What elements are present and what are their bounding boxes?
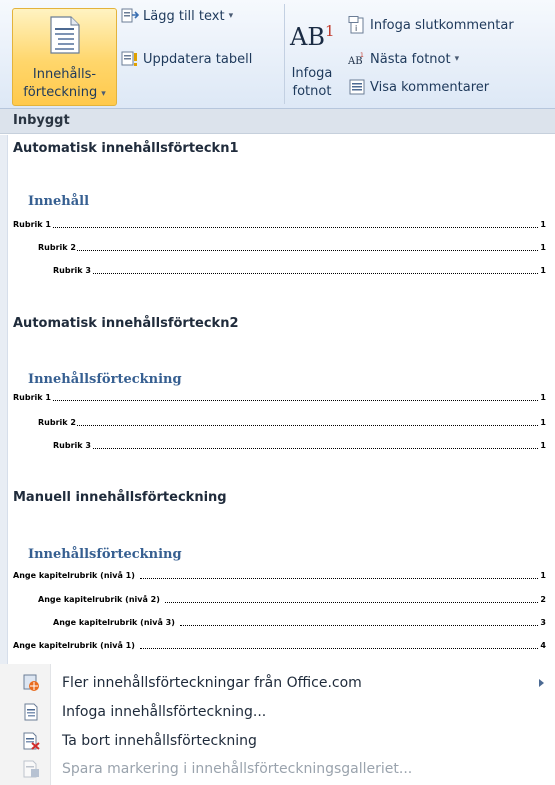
add-text-icon: [121, 7, 139, 25]
insert-toc-button[interactable]: Infoga innehållsförteckning...: [0, 698, 555, 726]
toc-document-icon: [50, 16, 80, 54]
toc-preview-entry: Rubrik 11: [13, 220, 546, 229]
save-selection-icon: [23, 760, 39, 778]
toc-button-label-line2: förteckning ▾: [23, 85, 106, 100]
toc-preview-entry: Ange kapitelrubrik (nivå 1) 4: [13, 641, 546, 650]
toc-preview-entry: Ange kapitelrubrik (nivå 2) 2: [38, 595, 546, 604]
submenu-arrow-icon: [539, 679, 544, 687]
command-label: Infoga innehållsförteckning...: [62, 704, 267, 720]
toc-button-label-line1: Innehålls-: [32, 67, 97, 82]
add-text-label: Lägg till text: [143, 8, 225, 24]
ribbon-separator: [284, 4, 285, 104]
insert-endnote-button[interactable]: i Infoga slutkommentar: [348, 16, 514, 34]
insert-endnote-label: Infoga slutkommentar: [370, 17, 514, 33]
svg-text:1: 1: [360, 52, 364, 59]
command-label: Fler innehållsförteckningar från Office.…: [62, 675, 362, 691]
chevron-down-icon: ▾: [101, 89, 106, 99]
more-toc-office-button[interactable]: Fler innehållsförteckningar från Office.…: [0, 669, 555, 697]
toc-preview-heading: Innehållsförteckning: [28, 547, 182, 562]
toc-preview-entry: Ange kapitelrubrik (nivå 1) 1: [13, 571, 546, 580]
footnote-icon: AB1: [290, 22, 335, 51]
next-footnote-label: Nästa fotnot: [370, 51, 451, 67]
insert-footnote-label-line1: Infoga: [291, 66, 333, 81]
update-table-button[interactable]: Uppdatera tabell: [121, 50, 252, 68]
toc-dropdown-button[interactable]: Innehålls- förteckning ▾: [12, 8, 117, 106]
insert-toc-icon: [24, 703, 38, 721]
update-table-label: Uppdatera tabell: [143, 51, 253, 67]
remove-toc-button[interactable]: Ta bort innehållsförteckning: [0, 727, 555, 755]
endnote-icon: i: [348, 16, 366, 34]
remove-toc-icon: [23, 732, 40, 750]
chevron-down-icon: ▾: [228, 11, 234, 21]
gallery-item-title: Manuell innehållsförteckning: [13, 490, 227, 505]
show-notes-button[interactable]: Visa kommentarer: [348, 78, 489, 96]
gallery-item-title: Automatisk innehållsförteckn1: [13, 141, 239, 156]
show-notes-label: Visa kommentarer: [370, 79, 490, 95]
gallery-category-header: Inbyggt: [0, 109, 555, 134]
gallery-item-title: Automatisk innehållsförteckn2: [13, 316, 239, 331]
insert-footnote-label-line2: fotnot: [292, 84, 332, 99]
toc-preview-entry: Rubrik 21: [38, 418, 546, 427]
toc-menu-commands: Fler innehållsförteckningar från Office.…: [0, 664, 555, 785]
insert-footnote-button[interactable]: AB1 Infoga fotnot: [286, 8, 340, 106]
toc-preview-entry: Ange kapitelrubrik (nivå 3) 3: [53, 618, 546, 627]
chevron-down-icon: ▾: [454, 54, 460, 64]
office-globe-icon: [23, 674, 39, 691]
save-selection-to-gallery-button: Spara markering i innehållsförteckningsg…: [0, 755, 555, 783]
svg-text:i: i: [355, 24, 357, 33]
update-table-icon: [121, 50, 139, 68]
show-notes-icon: [348, 78, 366, 96]
toc-preview-heading: Innehållsförteckning: [28, 372, 182, 387]
references-ribbon: Innehålls- förteckning ▾ Lägg till text ▾…: [0, 0, 555, 109]
add-text-button[interactable]: Lägg till text ▾: [121, 7, 233, 25]
toc-preview-entry: Rubrik 31: [53, 441, 546, 450]
category-label: Inbyggt: [13, 113, 70, 128]
command-label: Ta bort innehållsförteckning: [62, 733, 257, 749]
next-footnote-icon: AB 1: [348, 50, 366, 68]
toc-preview-heading: Innehåll: [28, 194, 90, 209]
toc-preview-entry: Rubrik 31: [53, 266, 546, 275]
next-footnote-button[interactable]: AB 1 Nästa fotnot ▾: [348, 50, 459, 68]
toc-preview-entry: Rubrik 21: [38, 243, 546, 252]
toc-preview-entry: Rubrik 11: [13, 393, 546, 402]
command-label: Spara markering i innehållsförteckningsg…: [62, 761, 413, 777]
